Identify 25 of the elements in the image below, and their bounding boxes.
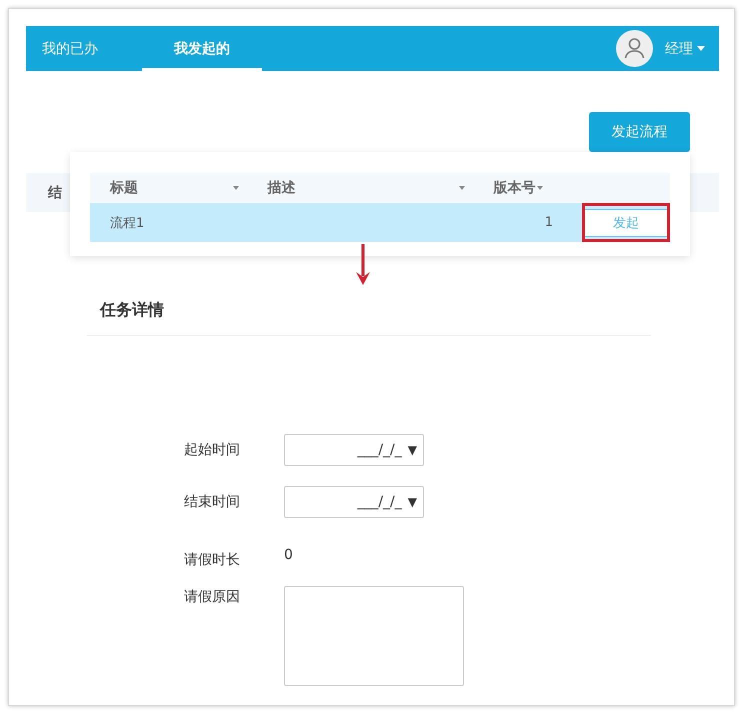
field-label: 请假时长 <box>184 551 241 570</box>
date-field[interactable]: ___/_/_ ▼ <box>284 486 424 518</box>
down-arrow-icon <box>355 244 371 286</box>
nav-tab[interactable]: 我发起的 <box>142 26 262 71</box>
column-header: 结 <box>48 184 62 202</box>
field-label: 起始时间 <box>184 441 241 460</box>
sort-icon[interactable] <box>537 186 544 190</box>
field-label: 请假原因 <box>184 588 241 607</box>
reason-field[interactable] <box>284 586 464 686</box>
caret-icon <box>697 46 705 51</box>
column-header: 版本号 <box>493 179 536 197</box>
section-title: 任务详情 <box>87 300 651 336</box>
column-header: 标题 <box>110 179 138 197</box>
avatar-icon[interactable] <box>616 30 653 67</box>
field-label: 结束时间 <box>184 493 241 512</box>
table-cell: 1 <box>544 215 553 230</box>
start-process-button[interactable]: 发起流程 <box>589 112 690 152</box>
sort-icon[interactable] <box>459 186 466 190</box>
sort-icon[interactable] <box>233 186 240 190</box>
user-menu[interactable]: 经理 <box>665 40 693 58</box>
nav-tab[interactable]: 我的已办 <box>26 26 114 71</box>
date-field[interactable]: ___/_/_ ▼ <box>284 434 424 466</box>
column-header: 描述 <box>267 179 296 197</box>
duration-value: 0 <box>284 546 293 565</box>
table-cell-text: 流程1 <box>110 214 144 232</box>
